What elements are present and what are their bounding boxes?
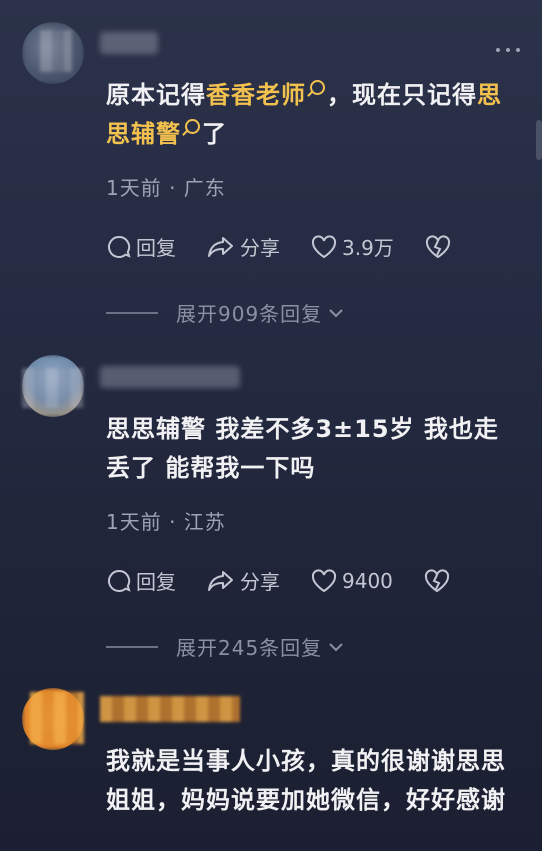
comment-text-part: 了 xyxy=(202,120,227,148)
username-mosaic xyxy=(100,696,240,722)
reply-button[interactable]: 回复 xyxy=(106,232,176,261)
keyword-link[interactable]: 香香老师 xyxy=(206,81,306,109)
comment-text: 原本记得香香老师 ，现在只记得思思辅警了 xyxy=(106,76,521,154)
reply-label: 回复 xyxy=(136,570,176,594)
heart-icon xyxy=(311,234,337,258)
avatar-mosaic xyxy=(22,368,84,408)
dislike-button[interactable] xyxy=(423,568,455,594)
broken-heart-icon xyxy=(425,234,450,258)
more-options-icon[interactable] xyxy=(490,48,520,52)
reply-icon xyxy=(108,569,131,592)
share-button[interactable]: 分享 xyxy=(206,232,280,261)
reply-label: 回复 xyxy=(136,236,176,260)
like-count: 9400 xyxy=(342,568,393,593)
chevron-down-icon xyxy=(329,308,343,317)
expand-replies-label: 展开245条回复 xyxy=(176,636,323,660)
username-blurred xyxy=(100,366,240,388)
scrollbar[interactable] xyxy=(536,120,542,160)
share-label: 分享 xyxy=(240,570,280,594)
avatar-mosaic xyxy=(40,30,72,72)
expand-replies-label: 展开909条回复 xyxy=(176,302,323,326)
comment-actions: 回复 分享 9400 xyxy=(106,566,485,595)
divider-line xyxy=(106,311,158,314)
like-button[interactable]: 9400 xyxy=(310,568,393,594)
comment-text: 思思辅警 我差不多3±15岁 我也走丢了 能帮我一下吗 xyxy=(106,415,499,482)
comment-meta: 1天前 · 江苏 xyxy=(106,510,226,534)
search-icon xyxy=(185,119,200,134)
broken-heart-icon xyxy=(424,568,449,592)
expand-replies-button[interactable]: 展开909条回复 xyxy=(106,298,346,327)
like-button[interactable]: 3.9万 xyxy=(310,232,394,261)
reply-button[interactable]: 回复 xyxy=(106,566,176,595)
comment-actions: 回复 分享 3.9万 xyxy=(106,232,486,261)
like-count: 3.9万 xyxy=(342,236,394,260)
share-label: 分享 xyxy=(240,236,280,260)
chevron-down-icon xyxy=(329,642,343,651)
share-icon xyxy=(208,236,233,257)
comment-meta: 1天前 · 广东 xyxy=(106,176,226,200)
divider-line xyxy=(106,645,158,648)
username-blurred xyxy=(100,32,158,54)
comment-text-part: 原本记得 xyxy=(106,81,206,109)
search-icon xyxy=(310,80,325,95)
avatar-mosaic xyxy=(30,692,84,744)
heart-icon xyxy=(311,568,337,592)
comment-text: 我就是当事人小孩，真的很谢谢思思姐姐，妈妈说要加她微信，好好感谢 xyxy=(106,747,506,814)
expand-replies-button[interactable]: 展开245条回复 xyxy=(106,632,346,661)
comment-text-part: ，现在只记得 xyxy=(327,81,477,109)
share-icon xyxy=(208,570,233,591)
share-button[interactable]: 分享 xyxy=(206,566,280,595)
reply-icon xyxy=(108,235,131,258)
dislike-button[interactable] xyxy=(424,234,456,260)
